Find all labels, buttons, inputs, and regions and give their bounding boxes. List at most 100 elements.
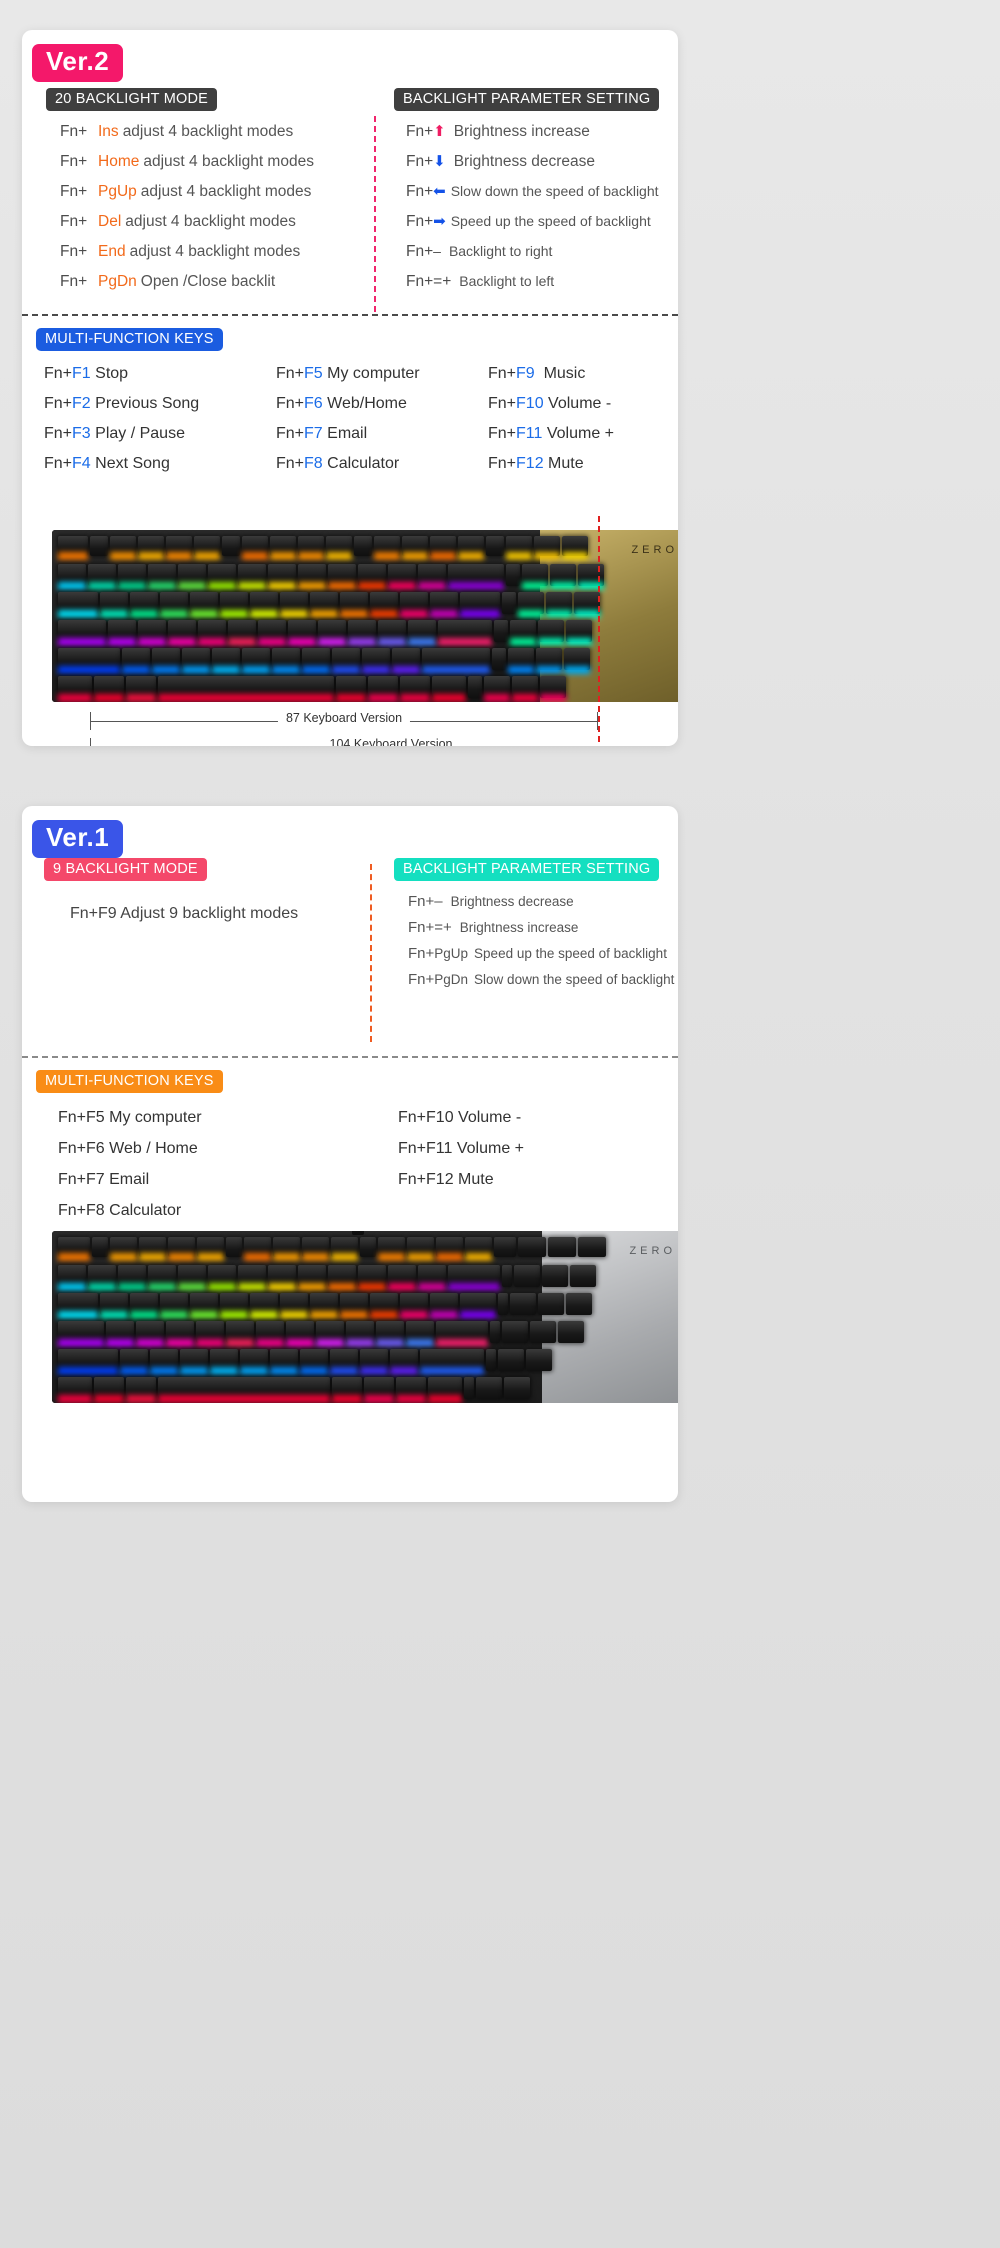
v1-parameter-setting-column: BACKLIGHT PARAMETER SETTING Fn+ – Bright… (394, 858, 674, 995)
v2-section-separator (22, 314, 678, 316)
v2-backlight-mode-column: 20 BACKLIGHT MODE Fn+ Ins adjust 4 backl… (46, 88, 314, 303)
minus-key-icon: – (433, 243, 441, 259)
fn-label: Fn+ (488, 365, 517, 382)
v2-backlight-section: 20 BACKLIGHT MODE Fn+ Ins adjust 4 backl… (22, 80, 678, 312)
v2-multi-function-header: MULTI-FUNCTION KEYS (36, 328, 223, 351)
v1-keyboard-image: ZERO (52, 1231, 678, 1403)
row-description: adjust 4 backlight modes (143, 153, 314, 170)
v2-mf-row: Fn+ F7 Email (276, 425, 488, 447)
key-label: PgUp (434, 946, 469, 961)
row-description: Next Song (95, 455, 170, 472)
fn-label: Fn+ (44, 395, 73, 412)
arrow-down-icon: ⬇ (433, 153, 446, 170)
v2-mf-row: Fn+ F1 Stop (44, 365, 276, 387)
fn-label: Fn+ (60, 243, 88, 260)
row-description: Brightness increase (453, 123, 590, 140)
v1-parameter-row: Fn+ PgUp Speed up the speed of backlight (408, 945, 674, 969)
v1-parameter-setting-header: BACKLIGHT PARAMETER SETTING (394, 858, 660, 881)
row-description: Brightness decrease (450, 894, 574, 909)
v2-parameter-setting-column: BACKLIGHT PARAMETER SETTING Fn+ ⬆ Bright… (394, 88, 660, 303)
row-description: Music (543, 365, 586, 382)
row-description: My computer (327, 365, 420, 382)
row-description: Volume - (548, 395, 612, 412)
v2-backlight-mode-row: Fn+ Del adjust 4 backlight modes (60, 213, 314, 243)
key-label: PgDn (98, 273, 137, 290)
v1-multi-function-grid: Fn+F5 My computer Fn+F10 Volume - Fn+F6 … (22, 1109, 678, 1224)
key-label: F9 (516, 365, 535, 382)
arrow-left-icon: ⬅ (433, 183, 446, 200)
v1-parameter-row: Fn+ PgDn Slow down the speed of backligh… (408, 971, 674, 995)
fn-label: Fn+ (408, 919, 435, 936)
row-description: adjust 4 backlight modes (140, 183, 312, 200)
key-label: End (98, 243, 126, 260)
key-label: Del (98, 213, 122, 230)
row-description: Slow down the speed of backlight (450, 183, 659, 199)
fn-label: Fn+ (406, 243, 434, 260)
key-label: PgDn (434, 972, 469, 987)
v2-ruler-104-label: 104 Keyboard Version (321, 737, 461, 746)
key-label: F11 (516, 425, 543, 442)
v2-keyboard-image: ZERO (52, 530, 678, 702)
v1-backlight-mode-body: Fn+F9 Adjust 9 backlight modes (70, 905, 299, 922)
key-label: F2 (72, 395, 91, 412)
fn-label: Fn+ (488, 395, 517, 412)
v2-parameter-row: Fn+ ⬇ Brightness decrease (406, 153, 659, 183)
key-label: =+ (434, 919, 452, 936)
equals-plus-key-icon: =+ (433, 273, 452, 290)
row-description: Backlight to left (459, 273, 555, 289)
fn-label: Fn+ (44, 425, 73, 442)
key-label: F8 (304, 455, 323, 472)
v2-keyboard-split-guide (598, 516, 600, 742)
v2-backlight-mode-row: Fn+ PgUp adjust 4 backlight modes (60, 183, 314, 213)
row-description: Speed up the speed of backlight (474, 946, 667, 961)
arrow-right-icon: ➡ (433, 213, 446, 230)
v2-backlight-mode-row: Fn+ Ins adjust 4 backlight modes (60, 123, 314, 153)
fn-label: Fn+ (406, 273, 434, 290)
v2-mf-row: Fn+ F6 Web/Home (276, 395, 488, 417)
v1-parameter-row: Fn+ =+ Brightness increase (408, 919, 674, 943)
v2-backlight-mode-row: Fn+ End adjust 4 backlight modes (60, 243, 314, 273)
v1-section-separator (22, 1056, 678, 1058)
version-1-badge: Ver.1 (32, 820, 124, 858)
v2-mf-row: Fn+ F8 Calculator (276, 455, 488, 477)
version-2-badge: Ver.2 (32, 44, 124, 82)
v2-parameter-row: Fn+ ⬆ Brightness increase (406, 123, 659, 153)
v2-backlight-mode-row: Fn+ PgDn Open /Close backlit (60, 273, 314, 303)
key-label: Home (98, 153, 140, 170)
v2-backlight-mode-header: 20 BACKLIGHT MODE (46, 88, 218, 111)
v1-mf-row: Fn+F5 My computer (58, 1109, 202, 1126)
row-description: adjust 4 backlight modes (129, 243, 301, 260)
v1-backlight-section: 9 BACKLIGHT MODE Fn+F9 Adjust 9 backligh… (22, 840, 678, 1056)
fn-label: Fn+ (60, 153, 88, 170)
version-1-card: 9 BACKLIGHT MODE Fn+F9 Adjust 9 backligh… (22, 806, 678, 1502)
v1-backlight-mode-header: 9 BACKLIGHT MODE (44, 858, 207, 881)
v2-parameter-setting-header: BACKLIGHT PARAMETER SETTING (394, 88, 660, 111)
v2-mf-row: Fn+ F4 Next Song (44, 455, 276, 477)
v1-parameter-setting-rows: Fn+ – Brightness decrease Fn+ =+ Brightn… (408, 893, 674, 995)
v2-parameter-row: Fn+ ⬅ Slow down the speed of backlight (406, 183, 659, 213)
fn-label: Fn+ (406, 213, 434, 230)
key-label: PgUp (98, 183, 137, 200)
v2-parameter-row: Fn+ ➡ Speed up the speed of backlight (406, 213, 659, 243)
v1-mf-row: Fn+F8 Calculator (58, 1202, 182, 1219)
row-description: Web/Home (327, 395, 407, 412)
v2-ruler-87-label: 87 Keyboard Version (277, 711, 411, 725)
fn-label: Fn+ (60, 213, 88, 230)
row-description: adjust 4 backlight modes (122, 123, 294, 140)
v2-ruler-87: 87 Keyboard Version (90, 711, 598, 730)
fn-label: Fn+ (60, 183, 88, 200)
v1-backlight-mode-column: 9 BACKLIGHT MODE Fn+F9 Adjust 9 backligh… (44, 858, 298, 923)
keyboard-brand-logo: ZERO (629, 1245, 676, 1257)
version-2-card: 20 BACKLIGHT MODE Fn+ Ins adjust 4 backl… (22, 30, 678, 746)
row-description: Previous Song (95, 395, 200, 412)
v1-parameter-row: Fn+ – Brightness decrease (408, 893, 674, 917)
v1-mf-row: Fn+F11 Volume + (398, 1140, 524, 1157)
v2-mf-row: Fn+ F9 Music (488, 365, 678, 387)
v2-column-divider (374, 116, 376, 312)
v2-parameter-setting-rows: Fn+ ⬆ Brightness increase Fn+ ⬇ Brightne… (394, 123, 659, 303)
usb-cable (352, 1231, 364, 1235)
row-description: Calculator (327, 455, 400, 472)
fn-label: Fn+ (408, 945, 435, 962)
row-description: Mute (548, 455, 584, 472)
fn-label: Fn+ (488, 425, 517, 442)
